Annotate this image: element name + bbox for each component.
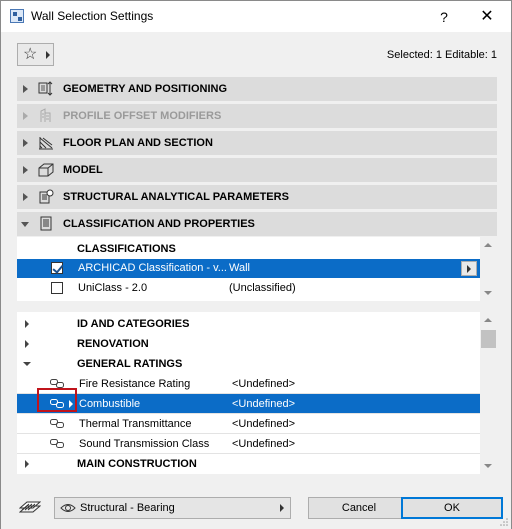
dialog-window: Wall Selection Settings ? ✕ ☆ Selected: …	[0, 0, 512, 529]
layer-value: Structural - Bearing	[80, 502, 175, 514]
layer-icon	[19, 501, 41, 513]
row-divider	[17, 433, 480, 434]
window-title: Wall Selection Settings	[31, 9, 154, 23]
eye-icon	[60, 504, 76, 512]
collapse-arrow-icon	[21, 222, 29, 227]
section-model[interactable]: MODEL	[17, 158, 497, 182]
scroll-up-icon[interactable]	[484, 318, 492, 322]
classification-checkbox[interactable]	[51, 282, 63, 294]
section-label: MODEL	[63, 164, 103, 176]
section-label: STRUCTURAL ANALYTICAL PARAMETERS	[63, 191, 289, 203]
classification-row[interactable]: UniClass - 2.0 (Unclassified)	[17, 279, 480, 298]
expand-arrow-icon	[25, 320, 29, 328]
highlight-box	[37, 388, 77, 412]
link-icon	[50, 439, 64, 448]
section-profile-offset-modifiers: PROFILE OFFSET MODIFIERS	[17, 104, 497, 128]
classifications-panel: CLASSIFICATIONS ARCHICAD Classification …	[17, 237, 497, 301]
section-label: FLOOR PLAN AND SECTION	[63, 137, 213, 149]
star-icon: ☆	[23, 46, 38, 63]
chevron-right-icon	[46, 51, 50, 59]
property-name: Thermal Transmittance	[79, 418, 192, 430]
property-group-id-and-categories[interactable]: ID AND CATEGORIES	[17, 314, 480, 334]
link-icon	[50, 379, 64, 388]
close-button[interactable]: ✕	[467, 5, 507, 29]
expand-arrow-icon	[25, 340, 29, 348]
property-value[interactable]: <Undefined>	[232, 418, 295, 430]
property-name: Combustible	[79, 398, 141, 410]
classification-checkbox[interactable]	[51, 262, 63, 274]
classification-value: Wall	[229, 262, 250, 274]
group-label: MAIN CONSTRUCTION	[77, 458, 197, 470]
property-row[interactable]: Combustible <Undefined>	[17, 394, 480, 414]
row-divider	[17, 393, 480, 394]
section-label: GEOMETRY AND POSITIONING	[63, 83, 227, 95]
classifications-header: CLASSIFICATIONS	[77, 243, 176, 255]
geometry-icon	[38, 81, 53, 96]
expand-arrow-icon	[23, 139, 28, 147]
property-value[interactable]: <Undefined>	[232, 438, 295, 450]
classification-value: (Unclassified)	[229, 282, 296, 294]
group-label: ID AND CATEGORIES	[77, 318, 190, 330]
properties-scrollbar[interactable]	[480, 312, 497, 474]
favorites-button[interactable]: ☆	[17, 43, 54, 66]
property-value[interactable]: <Undefined>	[232, 398, 295, 410]
section-label: PROFILE OFFSET MODIFIERS	[63, 110, 222, 122]
property-value[interactable]: <Undefined>	[232, 378, 295, 390]
classification-name: ARCHICAD Classification - v...	[78, 262, 227, 274]
row-divider	[17, 453, 480, 454]
floor-plan-icon	[39, 137, 53, 150]
layer-select[interactable]: Structural - Bearing	[54, 497, 291, 519]
scroll-up-icon[interactable]	[484, 243, 492, 247]
expand-arrow-icon	[23, 193, 28, 201]
classification-row[interactable]: ARCHICAD Classification - v... Wall	[17, 259, 480, 278]
property-name: Fire Resistance Rating	[79, 378, 191, 390]
group-label: GENERAL RATINGS	[77, 358, 183, 370]
section-classification-and-properties[interactable]: CLASSIFICATION AND PROPERTIES	[17, 212, 497, 236]
classification-picker-button[interactable]	[461, 261, 477, 276]
property-row[interactable]: Fire Resistance Rating <Undefined>	[17, 374, 480, 394]
scroll-down-icon[interactable]	[484, 464, 492, 468]
selection-info: Selected: 1 Editable: 1	[386, 49, 497, 61]
classifications-scrollbar[interactable]	[480, 237, 497, 301]
group-label: RENOVATION	[77, 338, 149, 350]
expand-arrow-icon	[23, 112, 28, 120]
classification-name: UniClass - 2.0	[78, 282, 148, 294]
link-icon	[50, 419, 64, 428]
section-structural-analytical-parameters[interactable]: STRUCTURAL ANALYTICAL PARAMETERS	[17, 185, 497, 209]
model-icon	[38, 163, 54, 177]
classification-icon	[40, 216, 52, 231]
scroll-down-icon[interactable]	[484, 291, 492, 295]
structural-analytical-icon	[39, 189, 54, 204]
ok-button[interactable]: OK	[401, 497, 503, 519]
property-row[interactable]: Thermal Transmittance <Undefined>	[17, 414, 480, 434]
profile-offset-icon	[40, 108, 51, 122]
property-name: Sound Transmission Class	[79, 438, 210, 450]
expand-arrow-icon	[25, 460, 29, 468]
title-bar[interactable]: Wall Selection Settings ? ✕	[1, 1, 511, 32]
chevron-right-icon	[280, 504, 284, 512]
help-button[interactable]: ?	[424, 5, 464, 29]
section-geometry-and-positioning[interactable]: GEOMETRY AND POSITIONING	[17, 77, 497, 101]
section-floor-plan-and-section[interactable]: FLOOR PLAN AND SECTION	[17, 131, 497, 155]
property-row[interactable]: Sound Transmission Class <Undefined>	[17, 434, 480, 454]
row-divider	[17, 413, 480, 414]
scrollbar-thumb[interactable]	[481, 330, 496, 348]
collapse-arrow-icon	[23, 362, 31, 366]
section-label: CLASSIFICATION AND PROPERTIES	[63, 218, 255, 230]
dialog-content: ☆ Selected: 1 Editable: 1 GEOMETRY AND P…	[1, 32, 511, 529]
cancel-button[interactable]: Cancel	[308, 497, 410, 519]
expand-arrow-icon	[23, 85, 28, 93]
property-group-general-ratings[interactable]: GENERAL RATINGS	[17, 354, 480, 374]
properties-panel: ID AND CATEGORIES RENOVATION GENERAL RAT…	[17, 312, 497, 474]
resize-grip-icon[interactable]	[499, 517, 509, 527]
property-group-renovation[interactable]: RENOVATION	[17, 334, 480, 354]
expand-arrow-icon	[23, 166, 28, 174]
property-group-main-construction[interactable]: MAIN CONSTRUCTION	[17, 454, 480, 474]
archicad-app-icon	[10, 9, 24, 23]
